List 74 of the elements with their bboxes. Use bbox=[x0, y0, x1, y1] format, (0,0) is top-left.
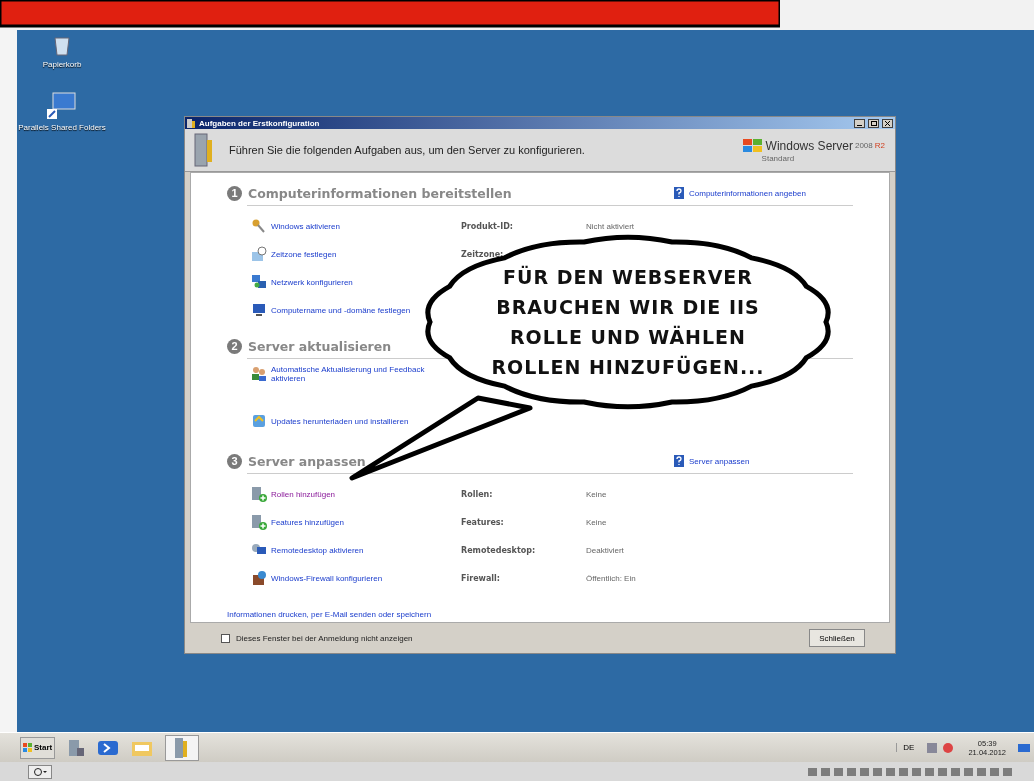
section-title: Server anpassen bbox=[248, 453, 366, 469]
field-label: Remotedesktop: bbox=[461, 545, 536, 555]
firewall-icon bbox=[251, 570, 267, 586]
step-number: 1 bbox=[227, 185, 242, 201]
clock-icon bbox=[251, 246, 267, 262]
power-icon bbox=[33, 766, 47, 777]
help-book-icon bbox=[673, 186, 685, 200]
close-icon bbox=[885, 120, 890, 126]
network-icon bbox=[251, 274, 267, 290]
window-title: Aufgaben der Erstkonfiguration bbox=[199, 118, 321, 128]
users-icon bbox=[251, 365, 267, 381]
server-add-icon bbox=[251, 486, 267, 502]
product-release: R2 bbox=[874, 141, 885, 150]
minimize-button[interactable] bbox=[854, 118, 865, 128]
computer-icon bbox=[251, 302, 267, 318]
close-button[interactable] bbox=[882, 118, 893, 128]
maximize-button[interactable] bbox=[868, 118, 879, 128]
task-link[interactable]: Computername und -domäne festlegen bbox=[271, 305, 411, 315]
task-link[interactable]: Zeitzone festlegen bbox=[271, 249, 337, 259]
field-value: Deaktiviert bbox=[586, 545, 624, 555]
start-button[interactable]: Start bbox=[20, 736, 56, 759]
print-info-link[interactable]: Informationen drucken, per E-Mail senden oder speichern bbox=[227, 610, 432, 619]
help-book-icon bbox=[673, 454, 685, 468]
task-link[interactable]: Windows-Firewall konfigurieren bbox=[271, 573, 383, 583]
maximize-icon bbox=[870, 120, 877, 126]
update-icon bbox=[251, 413, 267, 429]
server-tools-icon[interactable] bbox=[165, 734, 200, 761]
field-label: Features: bbox=[461, 517, 504, 527]
field-label: Zeitzone: bbox=[461, 249, 504, 259]
field-label: Rollen: bbox=[461, 489, 493, 499]
product-name: Windows Server bbox=[765, 138, 853, 153]
help-link[interactable]: Server anpassen bbox=[689, 456, 750, 466]
field-value: Öffentlich: Ein bbox=[586, 573, 636, 583]
recycle-bin-icon bbox=[52, 34, 72, 56]
server-tools-icon bbox=[193, 132, 215, 168]
field-label: Produkt-ID: bbox=[461, 221, 513, 231]
field-value: Keine bbox=[586, 517, 607, 527]
task-link[interactable]: Remotedesktop aktivieren bbox=[271, 545, 364, 555]
step-number: 3 bbox=[227, 453, 242, 469]
step-number: 2 bbox=[227, 338, 242, 354]
task-link[interactable]: Features hinzufügen bbox=[271, 517, 344, 527]
help-link[interactable]: Computerinformationen angeben bbox=[689, 188, 806, 198]
desktop-icon-label: Parallels Shared Folders bbox=[18, 123, 106, 132]
close-dialog-button[interactable]: Schließen bbox=[809, 629, 865, 647]
task-link[interactable]: Automatische Aktualisierung und Feedback aktivieren bbox=[271, 365, 451, 383]
speech-bubble-text: ROLLEN HINZUFÜGEN... bbox=[491, 354, 765, 380]
task-link[interactable]: Netzwerk konfigurieren bbox=[271, 277, 353, 287]
intro-text: Führen Sie die folgenden Aufgaben aus, um den Server zu konfigurieren. bbox=[229, 144, 586, 156]
task-link[interactable]: Rollen hinzufügen bbox=[271, 489, 336, 499]
desktop-icon-label: Papierkorb bbox=[42, 60, 82, 69]
field-label: Firewall: bbox=[461, 573, 501, 583]
checkbox[interactable] bbox=[221, 633, 230, 643]
speech-bubble-text: ROLLE UND WÄHLEN bbox=[510, 324, 746, 350]
speech-bubble-text: FÜR DEN WEBSERVER bbox=[503, 264, 753, 290]
key-icon bbox=[251, 218, 267, 234]
speech-bubble-text: BRAUCHEN WIR DIE IIS bbox=[496, 295, 760, 320]
section-title: Computerinformationen bereitstellen bbox=[248, 185, 512, 201]
product-edition: Standard bbox=[761, 153, 796, 163]
task-link[interactable]: Windows aktivieren bbox=[271, 221, 340, 231]
windows-flag-icon bbox=[741, 137, 764, 154]
product-version: 2008 bbox=[854, 141, 873, 150]
field-value: Nicht aktiviert bbox=[586, 221, 634, 231]
task-link[interactable]: Updates herunterladen und installieren bbox=[271, 416, 409, 426]
server-add-icon bbox=[251, 514, 267, 530]
server-manager-icon[interactable] bbox=[67, 737, 86, 758]
field-value: Keine bbox=[586, 489, 607, 499]
language-indicator[interactable]: DE bbox=[896, 743, 915, 752]
folder-computer-icon bbox=[47, 91, 77, 119]
server-tools-icon bbox=[187, 118, 196, 128]
power-button[interactable] bbox=[28, 764, 52, 779]
show-desktop-icon[interactable] bbox=[1018, 741, 1030, 754]
checkbox-label: Dieses Fenster bei der Anmeldung nicht anzeigen bbox=[236, 633, 414, 643]
section-title: Server aktualisieren bbox=[248, 338, 392, 354]
windows-flag-icon bbox=[23, 743, 33, 752]
